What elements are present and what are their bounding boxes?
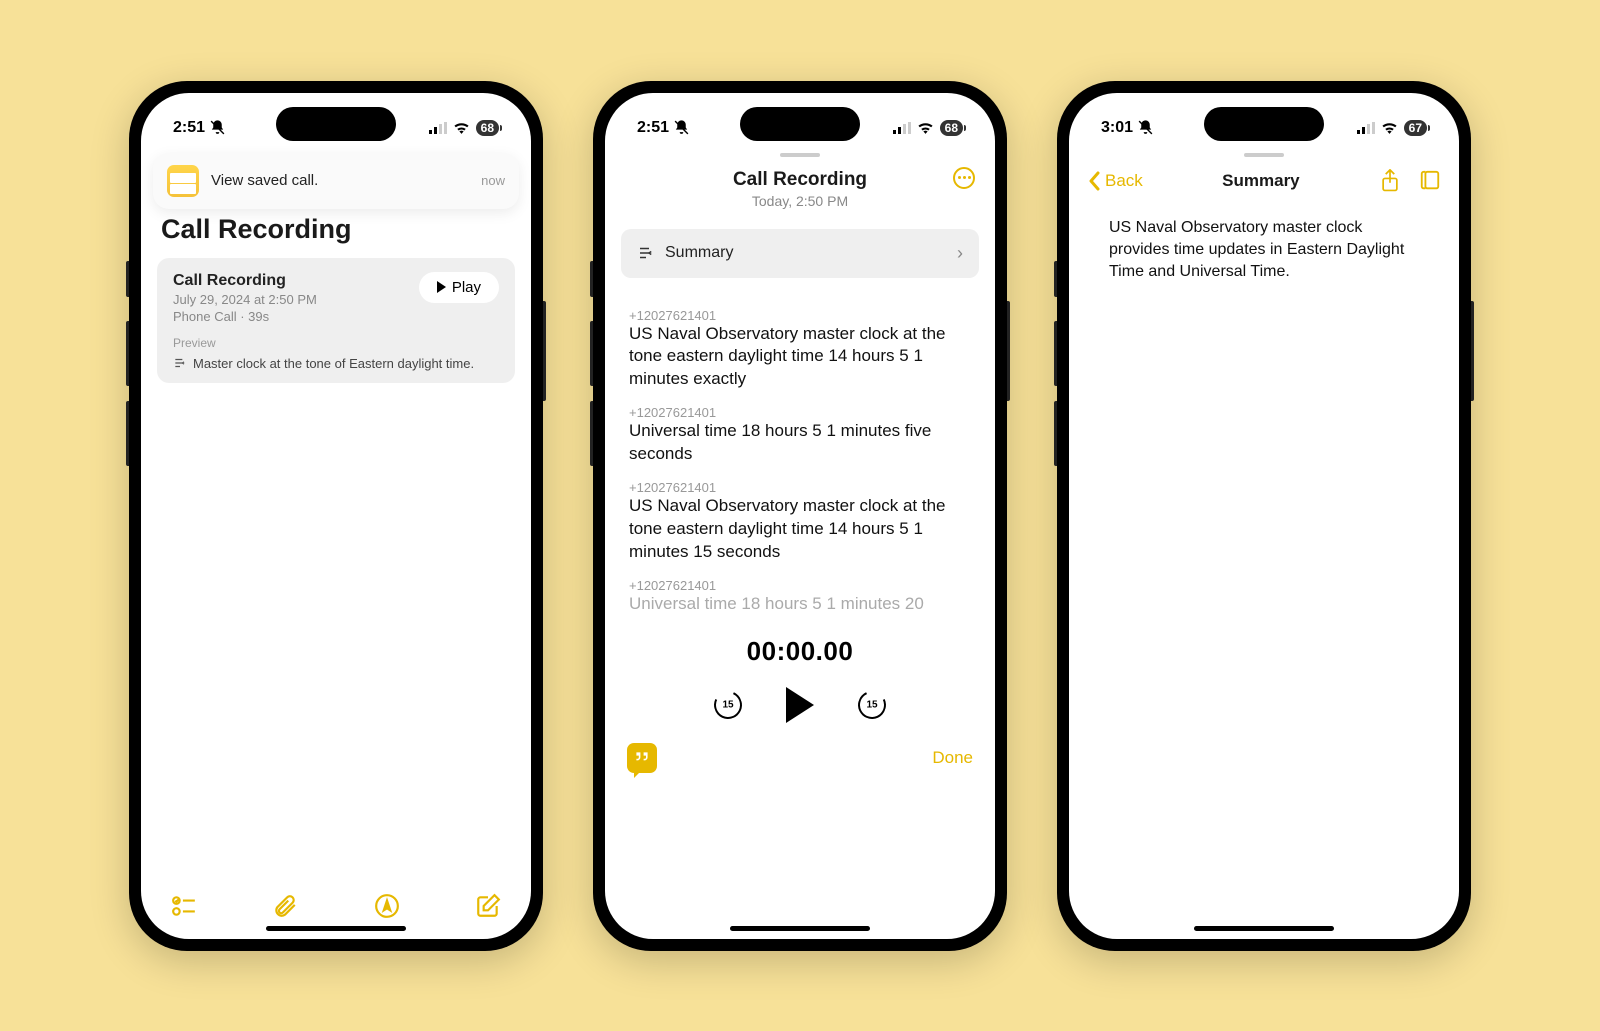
- recording-details: Phone Call · 39s: [173, 309, 317, 324]
- notification-banner[interactable]: View saved call. now: [153, 153, 519, 209]
- summary-icon: [173, 356, 187, 370]
- wifi-icon: [917, 121, 934, 134]
- transcript-block: +12027621401 Universal time 18 hours 5 1…: [629, 578, 971, 616]
- page-title: Call Recording: [141, 208, 531, 255]
- bell-slash-icon: [673, 119, 690, 136]
- more-button[interactable]: [953, 167, 975, 189]
- notes-app-icon: [167, 165, 199, 197]
- player-time: 00:00.00: [605, 636, 995, 667]
- play-button[interactable]: Play: [419, 272, 499, 303]
- home-indicator[interactable]: [266, 926, 406, 931]
- back-label: Back: [1105, 171, 1143, 191]
- status-time: 2:51: [173, 119, 205, 137]
- recording-subtitle: Today, 2:50 PM: [625, 193, 975, 209]
- compose-icon[interactable]: [475, 893, 501, 919]
- phone-frame-1: 2:51 68 View saved call. now Call Record…: [129, 81, 543, 951]
- phone-frame-2: 2:51 68 Call Recording Today, 2:50 PM Su…: [593, 81, 1007, 951]
- battery-indicator: 68: [940, 120, 963, 136]
- done-button[interactable]: Done: [932, 748, 973, 768]
- recording-title: Call Recording: [625, 169, 975, 191]
- cellular-icon: [1357, 122, 1375, 134]
- battery-indicator: 67: [1404, 120, 1427, 136]
- caller-number: +12027621401: [629, 578, 971, 593]
- attachment-icon[interactable]: [272, 893, 298, 919]
- share-icon[interactable]: [1379, 169, 1401, 193]
- rewind-15-button[interactable]: 15: [714, 691, 742, 719]
- transcript[interactable]: +12027621401 US Naval Observatory master…: [605, 286, 995, 624]
- battery-indicator: 68: [476, 120, 499, 136]
- transcript-text: Universal time 18 hours 5 1 minutes 20: [629, 593, 971, 616]
- notification-text: View saved call.: [211, 172, 469, 189]
- play-icon: [437, 281, 446, 293]
- status-time: 3:01: [1101, 119, 1133, 137]
- home-indicator[interactable]: [1194, 926, 1334, 931]
- caller-number: +12027621401: [629, 308, 971, 323]
- summary-row[interactable]: Summary ›: [621, 229, 979, 278]
- recording-title: Call Recording: [173, 272, 317, 290]
- home-indicator[interactable]: [730, 926, 870, 931]
- preview-label: Preview: [173, 336, 499, 350]
- play-button[interactable]: [786, 687, 814, 723]
- phone-frame-3: 3:01 67 Back Summary US Naval Observator…: [1057, 81, 1471, 951]
- recording-card[interactable]: Call Recording July 29, 2024 at 2:50 PM …: [157, 258, 515, 383]
- play-label: Play: [452, 279, 481, 296]
- cellular-icon: [893, 122, 911, 134]
- chevron-right-icon: ›: [957, 243, 963, 264]
- dynamic-island: [276, 107, 396, 141]
- wifi-icon: [1381, 121, 1398, 134]
- transcript-block: +12027621401 US Naval Observatory master…: [629, 308, 971, 392]
- notification-time: now: [481, 173, 505, 188]
- player: 00:00.00 15 15: [605, 624, 995, 727]
- caller-number: +12027621401: [629, 480, 971, 495]
- transcript-block: +12027621401 Universal time 18 hours 5 1…: [629, 405, 971, 466]
- wifi-icon: [453, 121, 470, 134]
- checklist-icon[interactable]: [171, 893, 197, 919]
- page-title: Summary: [1222, 171, 1299, 191]
- back-button[interactable]: Back: [1087, 171, 1143, 191]
- chevron-left-icon: [1087, 171, 1101, 191]
- caller-number: +12027621401: [629, 405, 971, 420]
- summary-body: US Naval Observatory master clock provid…: [1069, 201, 1459, 300]
- transcript-text: US Naval Observatory master clock at the…: [629, 323, 971, 392]
- summary-icon: [637, 244, 655, 262]
- bell-slash-icon: [1137, 119, 1154, 136]
- dynamic-island: [740, 107, 860, 141]
- markup-icon[interactable]: [374, 893, 400, 919]
- transcript-block: +12027621401 US Naval Observatory master…: [629, 480, 971, 564]
- summary-label: Summary: [665, 244, 947, 262]
- transcript-quote-button[interactable]: [627, 743, 657, 773]
- status-time: 2:51: [637, 119, 669, 137]
- recording-date: July 29, 2024 at 2:50 PM: [173, 292, 317, 307]
- preview-text: Master clock at the tone of Eastern dayl…: [193, 356, 474, 371]
- forward-15-button[interactable]: 15: [858, 691, 886, 719]
- copy-icon[interactable]: [1419, 169, 1441, 193]
- transcript-text: Universal time 18 hours 5 1 minutes five…: [629, 420, 971, 466]
- bottom-toolbar: [141, 893, 531, 919]
- transcript-text: US Naval Observatory master clock at the…: [629, 495, 971, 564]
- bell-slash-icon: [209, 119, 226, 136]
- cellular-icon: [429, 122, 447, 134]
- dynamic-island: [1204, 107, 1324, 141]
